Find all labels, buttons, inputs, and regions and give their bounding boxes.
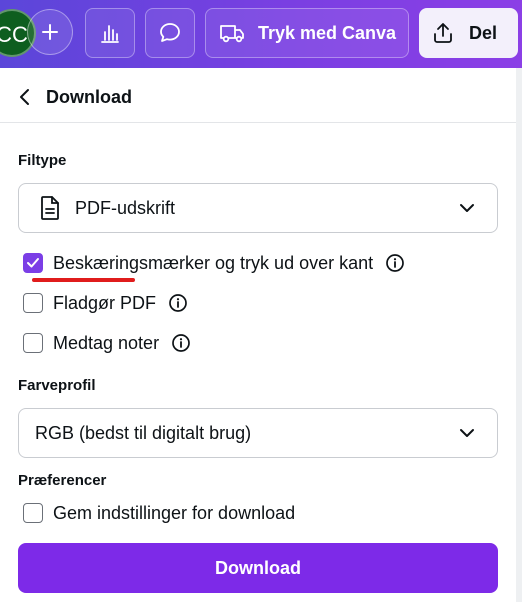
save-settings-option[interactable]: Gem indstillinger for download [23,502,295,524]
save-settings-checkbox[interactable] [23,503,43,523]
chevron-down-icon [460,204,474,212]
info-icon[interactable] [171,333,191,353]
panel-title: Download [46,87,132,107]
scrollbar[interactable] [516,68,522,602]
file-type-select[interactable]: PDF-udskrift [18,183,498,233]
chevron-left-icon [20,89,29,105]
include-notes-label: Medtag noter [53,332,160,353]
download-panel: Download Filtype PDF-udskrift Beskærings… [0,68,522,602]
checkmark-icon [27,258,39,268]
flatten-pdf-option[interactable]: Fladgør PDF [23,292,188,314]
comment-icon [160,23,180,42]
truck-icon [220,25,244,43]
crop-marks-checkbox[interactable] [23,253,43,273]
print-with-canva-button[interactable]: Tryk med Canva [205,8,409,58]
back-button[interactable] [18,88,32,111]
plus-icon [42,24,58,40]
bar-chart-icon [101,25,119,43]
flatten-pdf-label: Fladgør PDF [53,292,157,313]
include-notes-checkbox[interactable] [23,333,43,353]
crop-marks-option[interactable]: Beskæringsmærker og tryk ud over kant [23,252,405,274]
color-profile-label: Farveprofil [18,377,96,394]
upload-icon [434,23,452,43]
insights-button[interactable] [85,8,135,58]
add-collaborator-button[interactable] [27,9,73,55]
panel-header: Download [0,68,516,123]
preferences-label: Præferencer [18,472,107,489]
print-with-canva-label: Tryk med Canva [258,22,397,43]
crop-marks-label: Beskæringsmærker og tryk ud over kant [53,252,374,273]
document-icon [41,196,59,220]
download-button[interactable]: Download [18,543,498,593]
comment-button[interactable] [145,8,195,58]
color-profile-value: RGB (bedst til digitalt brug) [35,422,252,443]
flatten-pdf-checkbox[interactable] [23,293,43,313]
info-icon[interactable] [168,293,188,313]
file-type-label: Filtype [18,152,67,169]
info-icon[interactable] [385,253,405,273]
chevron-down-icon [460,429,474,437]
editor-toolbar: CC Tryk med Canva Del [0,0,522,68]
color-profile-select[interactable]: RGB (bedst til digitalt brug) [18,408,498,458]
file-type-value: PDF-udskrift [75,197,176,218]
annotation-underline [32,278,135,282]
include-notes-option[interactable]: Medtag noter [23,332,191,354]
save-settings-label: Gem indstillinger for download [53,502,296,523]
share-button[interactable]: Del [419,8,518,58]
share-label: Del [469,22,498,43]
